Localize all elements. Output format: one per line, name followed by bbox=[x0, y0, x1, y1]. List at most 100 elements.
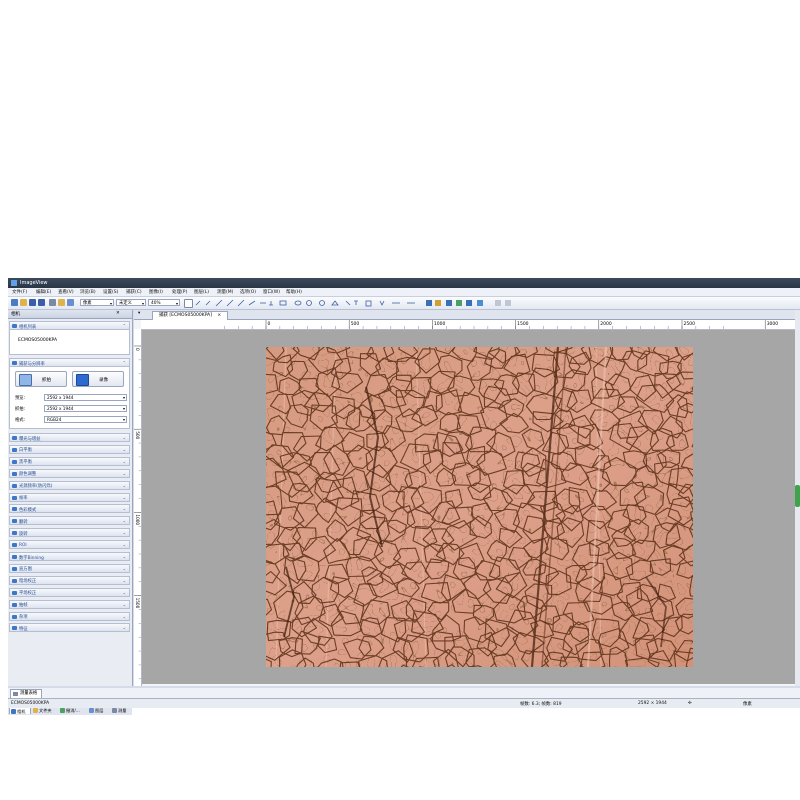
ruler-label: 1000 bbox=[434, 321, 446, 327]
chevron-down-icon: ▾ bbox=[141, 301, 144, 306]
status-bar: ECMOS05000KPA 帧数: 6.3; 帧数: 819 2592 × 19… bbox=[8, 698, 800, 708]
bottom-panel: 测量表格 bbox=[8, 688, 800, 699]
section-header[interactable]: 翻转 ⌄ bbox=[9, 516, 130, 526]
ruler-label: 1500 bbox=[517, 321, 529, 327]
open-icon[interactable] bbox=[20, 299, 27, 306]
calibration-select[interactable]: 未定义 ▾ bbox=[116, 299, 146, 306]
camera-list-header[interactable]: 相机列表 ⌃ bbox=[9, 321, 130, 330]
section-label: 杂项 bbox=[19, 615, 28, 620]
section-label: 特征 bbox=[19, 626, 28, 632]
pin-icon[interactable]: ✕ bbox=[116, 311, 120, 316]
menu-image[interactable]: 图像(I) bbox=[149, 289, 163, 295]
measurement-table-label: 测量表格 bbox=[20, 691, 38, 696]
ruler-label: 1000 bbox=[135, 514, 140, 525]
section-header[interactable]: 颜色调整 ⌄ bbox=[9, 468, 130, 478]
camera-snap-icon bbox=[19, 374, 32, 386]
section-header[interactable]: 抽帧 ⌄ bbox=[9, 599, 130, 609]
scrollbar-thumb[interactable] bbox=[795, 485, 800, 507]
status-frame-rate: 帧数: 6.3; 帧数: 819 bbox=[520, 702, 562, 707]
menu-file[interactable]: 文件(F) bbox=[12, 289, 27, 295]
section-header[interactable]: 黑平衡 ⌄ bbox=[9, 456, 130, 466]
select-tool-icon[interactable] bbox=[184, 299, 193, 308]
section-header[interactable]: 杂项 ⌄ bbox=[9, 611, 130, 621]
close-icon[interactable]: × bbox=[217, 313, 221, 318]
menu-view[interactable]: 查看(V) bbox=[58, 289, 74, 295]
tab-undo[interactable]: 撤消/... bbox=[59, 707, 87, 714]
menu-capture[interactable]: 捕获(C) bbox=[126, 289, 142, 295]
tab-layer-label: 图层 bbox=[95, 708, 104, 713]
capture-resolution-header[interactable]: 捕获与分辨率 ⌃ bbox=[9, 358, 130, 367]
chevron-down-icon: ▾ bbox=[175, 301, 178, 306]
camera-list-item[interactable]: ECMOS05000KPA bbox=[18, 338, 57, 343]
ruler-label: 500 bbox=[351, 321, 360, 327]
snap-resolution-label: 抓拍: bbox=[15, 407, 26, 412]
chevron-down-icon: ⌄ bbox=[122, 494, 126, 500]
menu-browse[interactable]: 浏览(B) bbox=[80, 289, 96, 295]
section-header[interactable]: 平场校正 ⌄ bbox=[9, 587, 130, 597]
section-label: 旋转 bbox=[19, 531, 28, 537]
menu-edit[interactable]: 编辑(E) bbox=[36, 289, 51, 295]
snap-resolution-select[interactable]: 2592 x 1944 ▾ bbox=[44, 405, 127, 412]
ruler-label: 0 bbox=[268, 321, 271, 327]
tab-camera[interactable]: 相机 bbox=[9, 707, 31, 714]
tab-camera-label: 相机 bbox=[17, 709, 26, 714]
save-icon[interactable] bbox=[29, 299, 36, 306]
section-header[interactable]: 特征 ⌄ bbox=[9, 623, 130, 633]
tab-measure[interactable]: 测量 bbox=[111, 707, 132, 714]
menu-help[interactable]: 帮助(H) bbox=[286, 289, 302, 295]
section-header[interactable]: 白平衡 ⌄ bbox=[9, 444, 130, 454]
new-icon[interactable] bbox=[11, 299, 18, 306]
section-header[interactable]: 帧率 ⌄ bbox=[9, 492, 130, 502]
section-header[interactable]: 色彩模式 ⌄ bbox=[9, 504, 130, 514]
chevron-down-icon: ⌄ bbox=[122, 435, 126, 440]
capture-tab[interactable]: 捕获 [ECMOS05000KPA] × bbox=[152, 311, 229, 320]
snap-resolution-value: 2592 x 1944 bbox=[47, 406, 74, 411]
tab-menu-icon[interactable]: ▾ bbox=[138, 311, 140, 316]
vertical-ruler-ticks: 0 500 1000 1500 bbox=[134, 345, 141, 693]
menu-measure[interactable]: 测量(M) bbox=[217, 289, 233, 295]
menu-window[interactable]: 窗口(W) bbox=[263, 289, 280, 295]
image-workspace: ▾ 捕获 [ECMOS05000KPA] × 0 500 1000 1500 2000 2… bbox=[134, 310, 800, 693]
image-canvas[interactable] bbox=[142, 330, 800, 684]
chevron-down-icon: ⌄ bbox=[122, 565, 126, 571]
section-icon bbox=[12, 447, 17, 452]
capture-icon bbox=[12, 361, 17, 365]
record-button[interactable]: 录像 bbox=[72, 371, 124, 387]
preview-resolution-select[interactable]: 2592 x 1944 ▾ bbox=[44, 394, 127, 401]
tab-layer[interactable]: 图层 bbox=[88, 707, 110, 714]
menu-options[interactable]: 选项(O) bbox=[240, 289, 256, 295]
section-header[interactable]: ROI ⌄ bbox=[9, 540, 130, 550]
menu-layer[interactable]: 图层(L) bbox=[194, 289, 209, 295]
properties-icon[interactable] bbox=[67, 299, 74, 306]
unit-select[interactable]: 像素 ▾ bbox=[80, 299, 114, 306]
chevron-down-icon: ⌄ bbox=[122, 458, 126, 464]
menu-bar: 文件(F) 编辑(E) 查看(V) 浏览(B) 设置(S) 捕获(C) 图像(I… bbox=[8, 288, 800, 297]
ruler-label: 500 bbox=[135, 431, 140, 439]
section-header[interactable]: 光源频率(防闪烁) ⌄ bbox=[9, 480, 130, 490]
zoom-select[interactable]: 40% ▾ bbox=[148, 299, 180, 306]
section-label: 暗场校正 bbox=[19, 579, 37, 585]
save-all-icon[interactable] bbox=[38, 299, 45, 306]
vertical-scrollbar[interactable] bbox=[795, 310, 800, 686]
capture-resolution-label: 捕获与分辨率 bbox=[19, 361, 45, 367]
folder-icon[interactable] bbox=[58, 299, 65, 306]
preview-label: 预览: bbox=[15, 396, 26, 401]
section-header[interactable]: 数字Binning ⌄ bbox=[9, 552, 130, 561]
chevron-down-icon: ▾ bbox=[122, 406, 125, 411]
microscope-image[interactable] bbox=[266, 347, 693, 667]
section-header[interactable]: 旋转 ⌄ bbox=[9, 528, 130, 538]
cursor-icon: ✣ bbox=[688, 701, 692, 706]
ruler-label: 1500 bbox=[135, 598, 140, 609]
menu-process[interactable]: 处理(P) bbox=[172, 289, 187, 295]
tab-folder[interactable]: 文件夹 bbox=[32, 707, 58, 714]
camera-icon bbox=[11, 709, 16, 714]
menu-settings[interactable]: 设置(S) bbox=[103, 289, 118, 295]
format-select[interactable]: RGB24 ▾ bbox=[44, 416, 127, 423]
print-icon[interactable] bbox=[49, 299, 56, 306]
section-label: 数字Binning bbox=[19, 555, 44, 561]
section-header[interactable]: 直方图 ⌄ bbox=[9, 563, 130, 573]
snap-button[interactable]: 抓拍 bbox=[15, 371, 67, 387]
snap-label: 抓拍 bbox=[42, 378, 51, 383]
section-header[interactable]: 曝光与增益 ⌄ bbox=[9, 433, 130, 442]
section-header[interactable]: 暗场校正 ⌄ bbox=[9, 575, 130, 585]
